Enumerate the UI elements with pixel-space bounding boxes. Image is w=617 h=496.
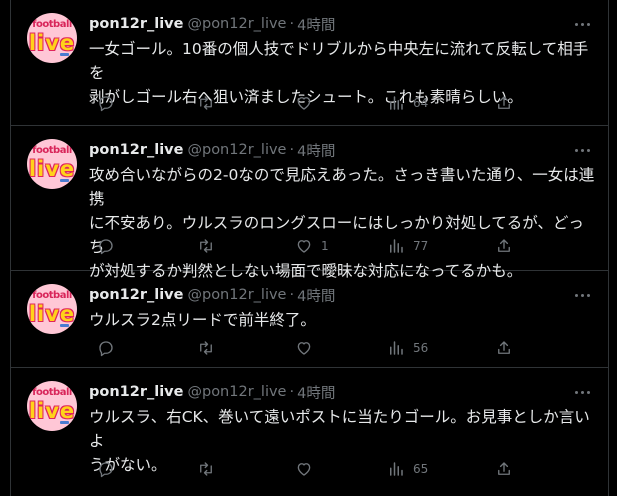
tweet-header: pon12r_live @pon12r_live · 4時間 [89,285,335,306]
tweet-header: pon12r_live @pon12r_live · 4時間 [89,382,335,403]
avatar[interactable]: football live [27,13,77,63]
reply-button[interactable] [97,235,123,257]
tweet[interactable]: football live pon12r_live @pon12r_live ·… [11,271,608,368]
avatar-decoration [60,179,69,182]
avatar-decoration [60,324,69,327]
avatar[interactable]: football live [27,381,77,431]
reply-icon [99,239,113,255]
display-name[interactable]: pon12r_live [89,287,183,303]
like-icon [297,240,311,253]
tweet-header: pon12r_live @pon12r_live · 4時間 [89,14,335,35]
like-icon [297,97,311,110]
share-button[interactable] [495,235,513,257]
like-button[interactable] [295,337,321,359]
view-count: 56 [413,341,429,355]
retweet-button[interactable] [197,92,223,114]
retweet-button[interactable] [197,337,223,359]
views-icon [390,462,403,476]
timestamp[interactable]: 4時間 [297,14,335,35]
share-icon [498,341,510,354]
user-handle[interactable]: @pon12r_live [187,384,286,400]
separator: · [289,16,295,32]
tweet-actions: 1 77 [83,235,523,257]
share-button[interactable] [495,337,513,359]
user-handle[interactable]: @pon12r_live [187,16,286,32]
retweet-icon [200,239,212,253]
views-button[interactable]: 65 [387,458,428,480]
view-count: 64 [413,96,429,110]
reply-icon [99,462,113,478]
tweet-text: ウルスラ2点リードで前半終了。 [89,311,316,329]
views-icon [390,96,403,110]
like-icon [297,342,311,355]
retweet-icon [200,341,212,355]
avatar-main-text: live [28,399,76,423]
share-icon [498,239,510,252]
separator: · [289,142,295,158]
user-handle[interactable]: @pon12r_live [187,142,286,158]
tweet[interactable]: football live pon12r_live @pon12r_live ·… [11,0,608,126]
retweet-button[interactable] [197,235,223,257]
retweet-icon [200,96,212,110]
tweet[interactable]: football live pon12r_live @pon12r_live ·… [11,126,608,280]
like-count: 1 [321,239,329,253]
retweet-icon [200,462,212,476]
like-button[interactable] [295,92,321,114]
view-count: 65 [413,462,429,476]
avatar[interactable]: football live [27,139,77,189]
avatar-main-text: live [28,31,76,55]
tweet-actions: 56 [83,337,523,359]
avatar-decoration [60,53,69,56]
reply-icon [99,341,113,357]
avatar-top-text: football [32,290,72,301]
display-name[interactable]: pon12r_live [89,384,183,400]
views-icon [390,341,403,355]
more-icon[interactable] [570,382,594,402]
share-icon [498,96,510,109]
tweet-actions: 65 [83,458,523,480]
view-count: 77 [413,239,429,253]
avatar[interactable]: football live [27,284,77,334]
avatar-main-text: live [28,157,76,181]
avatar-top-text: football [32,19,72,30]
separator: · [289,287,295,303]
views-button[interactable]: 64 [387,92,428,114]
like-icon [297,463,311,476]
tweet-header: pon12r_live @pon12r_live · 4時間 [89,140,335,161]
views-button[interactable]: 77 [387,235,428,257]
avatar-decoration [60,421,69,424]
timestamp[interactable]: 4時間 [297,285,335,306]
tweet-text: 攻め合いながらの2-0なので見応えあった。さっき書いた通り、一女は連携 に不安あ… [89,166,595,280]
retweet-button[interactable] [197,458,223,480]
display-name[interactable]: pon12r_live [89,16,183,32]
separator: · [289,384,295,400]
timestamp[interactable]: 4時間 [297,140,335,161]
more-icon[interactable] [570,14,594,34]
timestamp[interactable]: 4時間 [297,382,335,403]
display-name[interactable]: pon12r_live [89,142,183,158]
more-icon[interactable] [570,285,594,305]
user-handle[interactable]: @pon12r_live [187,287,286,303]
more-icon[interactable] [570,140,594,160]
reply-button[interactable] [97,337,123,359]
share-button[interactable] [495,92,513,114]
like-button[interactable]: 1 [295,235,329,257]
share-button[interactable] [495,458,513,480]
like-button[interactable] [295,458,321,480]
avatar-main-text: live [28,302,76,326]
views-button[interactable]: 56 [387,337,428,359]
timeline: football live pon12r_live @pon12r_live ·… [10,0,609,496]
tweet-actions: 64 [83,92,523,114]
tweet[interactable]: football live pon12r_live @pon12r_live ·… [11,368,608,496]
avatar-top-text: football [32,145,72,156]
avatar-top-text: football [32,387,72,398]
share-icon [498,462,510,475]
reply-button[interactable] [97,92,123,114]
views-icon [390,239,403,253]
reply-icon [99,96,113,112]
reply-button[interactable] [97,458,123,480]
